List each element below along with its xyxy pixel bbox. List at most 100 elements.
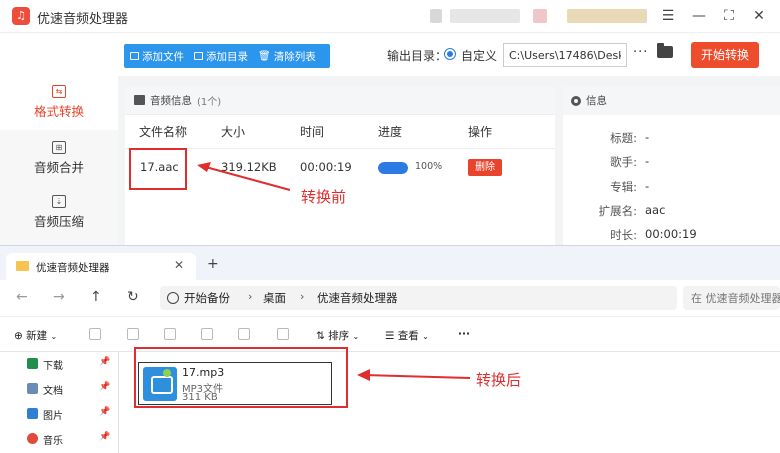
- column-header-progress: 进度: [378, 125, 403, 139]
- file-item[interactable]: 17.mp3 MP3文件 311 KB: [138, 362, 332, 405]
- start-convert-button[interactable]: 开始转换: [691, 42, 759, 68]
- plus-circle-icon: ⊕: [14, 330, 23, 342]
- minimize-icon[interactable]: —: [688, 5, 710, 27]
- sidebar-item-label: 格式转换: [33, 104, 84, 119]
- picture-icon: [27, 408, 38, 419]
- metadata-info-panel: 信息 标题: - 歌手: - 专辑: - 扩展名: aac 时长: 00:00:…: [563, 86, 780, 245]
- tab-close-icon[interactable]: ✕: [174, 258, 184, 272]
- download-icon: [27, 358, 38, 369]
- sidebar-item-label: 音频合并: [33, 160, 84, 175]
- info-row-duration: 时长: 00:00:19: [563, 227, 780, 245]
- more-options-button[interactable]: ···: [633, 45, 648, 60]
- blurred-user-area: [567, 9, 647, 23]
- breadcrumb-item[interactable]: 优速音频处理器: [317, 290, 398, 306]
- file-actions-group: 添加文件 添加目录 🗑 清除列表: [124, 44, 330, 68]
- pin-icon[interactable]: 📌: [99, 407, 110, 417]
- menu-icon[interactable]: ☰: [657, 5, 679, 27]
- file-name: 17.mp3: [182, 366, 225, 379]
- info-key: 时长:: [610, 228, 637, 242]
- info-key: 歌手:: [610, 155, 637, 169]
- table-row[interactable]: 17.aac 319.12KB 00:00:19 100% 删除: [125, 148, 555, 188]
- column-header-time: 时间: [300, 125, 325, 139]
- view-button[interactable]: ☰ 查看 ⌄: [385, 328, 429, 343]
- column-header-action: 操作: [468, 125, 493, 139]
- up-arrow-icon[interactable]: ↑: [90, 289, 102, 305]
- file-name-cell: 17.aac: [140, 160, 179, 174]
- paste-icon[interactable]: [164, 328, 176, 340]
- custom-radio[interactable]: [444, 48, 456, 60]
- new-tab-button[interactable]: +: [207, 256, 219, 272]
- music-icon: [27, 433, 38, 444]
- copy-icon[interactable]: [127, 328, 139, 340]
- sort-button[interactable]: ⇅ 排序 ⌄: [316, 328, 359, 343]
- nav-item-label: 文档: [43, 386, 63, 397]
- app-titlebar: ♫ 优速音频处理器 ☰ — ⛶ ✕: [0, 0, 780, 32]
- chevron-down-icon: ⌄: [422, 332, 429, 341]
- blurred-user-area: [430, 9, 442, 23]
- add-folder-label: 添加目录: [206, 50, 248, 63]
- fullscreen-icon[interactable]: ⛶: [718, 5, 740, 27]
- new-label: 新建: [26, 330, 48, 342]
- document-icon: [27, 383, 38, 394]
- sidebar-item-audio-merge[interactable]: ⊞ 音频合并: [0, 132, 118, 186]
- info-value: -: [645, 179, 650, 193]
- nav-item-documents[interactable]: 文档 📌: [27, 380, 110, 400]
- pin-icon[interactable]: 📌: [99, 357, 110, 367]
- info-value: aac: [645, 203, 666, 217]
- custom-radio-label: 自定义: [461, 49, 498, 63]
- sort-icon: ⇅: [316, 330, 325, 342]
- pin-icon[interactable]: 📌: [99, 432, 110, 442]
- trash-icon: 🗑: [258, 50, 271, 62]
- sidebar-item-format-convert[interactable]: ⇆ 格式转换: [0, 76, 118, 130]
- sidebar-item-audio-compress[interactable]: ⇣ 音频压缩: [0, 186, 118, 240]
- search-input[interactable]: [683, 286, 780, 310]
- view-icon: ☰: [385, 330, 395, 342]
- open-folder-icon[interactable]: [657, 43, 673, 58]
- share-icon[interactable]: [238, 328, 250, 340]
- nav-item-music[interactable]: 音乐 📌: [27, 430, 110, 450]
- metadata-info-title: 信息: [586, 95, 607, 107]
- back-arrow-icon[interactable]: ←: [16, 289, 28, 305]
- explorer-tab[interactable]: 优速音频处理器 ✕: [6, 253, 196, 280]
- forward-arrow-icon[interactable]: →: [53, 289, 65, 305]
- info-key: 专辑:: [610, 180, 637, 194]
- more-button[interactable]: ···: [458, 328, 470, 340]
- nav-item-downloads[interactable]: 下载 📌: [27, 355, 110, 375]
- close-icon[interactable]: ✕: [748, 5, 770, 27]
- new-button[interactable]: ⊕ 新建 ⌄: [14, 328, 57, 343]
- pin-icon[interactable]: 📌: [99, 382, 110, 392]
- merge-icon: ⊞: [52, 141, 66, 154]
- add-file-button[interactable]: 添加文件: [130, 49, 184, 64]
- clear-list-button[interactable]: 🗑 清除列表: [258, 49, 316, 64]
- compress-icon: ⇣: [52, 195, 66, 208]
- image-icon: [134, 95, 145, 105]
- folder-icon: [194, 52, 203, 60]
- delete-icon[interactable]: [277, 328, 289, 340]
- info-row-extension: 扩展名: aac: [563, 203, 780, 221]
- breadcrumb-item[interactable]: 桌面: [263, 290, 286, 306]
- cut-icon[interactable]: [89, 328, 101, 340]
- nav-item-label: 下载: [43, 361, 63, 372]
- add-folder-button[interactable]: 添加目录: [194, 49, 248, 64]
- info-row-album: 专辑: -: [563, 179, 780, 197]
- chevron-down-icon: ⌄: [352, 332, 360, 341]
- info-row-artist: 歌手: -: [563, 154, 780, 172]
- rename-icon[interactable]: [201, 328, 213, 340]
- app-logo-icon: ♫: [12, 7, 30, 25]
- breadcrumb-item[interactable]: 开始备份: [184, 290, 230, 306]
- info-row-title: 标题: -: [563, 130, 780, 148]
- sidebar-item-label: 音频压缩: [33, 214, 84, 229]
- column-header-size: 大小: [221, 125, 246, 139]
- progress-text: 100%: [415, 161, 443, 172]
- refresh-icon[interactable]: ↻: [127, 289, 139, 305]
- file-size-cell: 319.12KB: [221, 160, 277, 174]
- output-path-input[interactable]: [503, 43, 627, 67]
- address-bar[interactable]: 开始备份 › 桌面 › 优速音频处理器: [160, 286, 677, 310]
- info-value: -: [645, 130, 650, 144]
- nav-item-pictures[interactable]: 图片 📌: [27, 405, 110, 425]
- audio-app-window: ♫ 优速音频处理器 ☰ — ⛶ ✕ 添加文件 添加目录 🗑 清除列表 输出目录：: [0, 0, 780, 245]
- table-header: 文件名称 大小 时间 进度 操作: [125, 123, 555, 143]
- delete-button[interactable]: 删除: [468, 159, 502, 176]
- file-size: 311 KB: [182, 392, 218, 403]
- clear-list-label: 清除列表: [273, 50, 316, 63]
